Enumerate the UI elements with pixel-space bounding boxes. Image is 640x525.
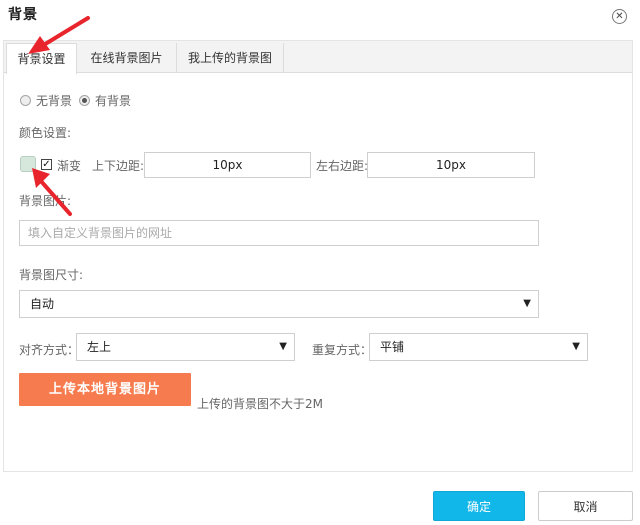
chevron-down-icon: ▼: [572, 341, 580, 352]
align-value: 左上: [87, 340, 112, 354]
background-image-label: 背景图片:: [19, 194, 72, 208]
no-background-label: 无背景: [36, 94, 73, 108]
tab-my-uploads[interactable]: 我上传的背景图: [177, 43, 284, 73]
horizontal-padding-input[interactable]: [367, 152, 535, 178]
image-size-value: 自动: [30, 297, 55, 311]
repeat-label: 重复方式：: [312, 343, 373, 357]
align-label: 对齐方式：: [19, 343, 80, 357]
tab-background-settings[interactable]: 背景设置: [6, 43, 77, 74]
color-swatch[interactable]: [20, 156, 36, 172]
dialog-title: 背景: [8, 7, 38, 23]
gradient-checkbox[interactable]: ✓: [41, 159, 52, 170]
image-size-label: 背景图尺寸:: [19, 268, 84, 282]
chevron-down-icon: ▼: [523, 298, 531, 309]
horizontal-padding-label: 左右边距:: [316, 159, 369, 173]
tab-online-images[interactable]: 在线背景图片: [77, 43, 177, 73]
repeat-select[interactable]: 平铺 ▼: [369, 333, 588, 361]
image-url-input[interactable]: [19, 220, 539, 246]
ok-button[interactable]: 确定: [433, 491, 525, 521]
has-background-radio[interactable]: [79, 95, 90, 106]
has-background-label: 有背景: [95, 94, 132, 108]
repeat-value: 平铺: [380, 340, 405, 354]
align-select[interactable]: 左上 ▼: [76, 333, 295, 361]
vertical-padding-label: 上下边距:: [92, 159, 145, 173]
upload-size-hint: 上传的背景图不大于2M: [197, 397, 323, 411]
upload-local-image-button[interactable]: 上传本地背景图片: [19, 373, 191, 406]
color-settings-label: 颜色设置:: [19, 126, 72, 140]
close-icon[interactable]: ✕: [612, 9, 627, 24]
no-background-radio[interactable]: [20, 95, 31, 106]
tab-bar: 背景设置 在线背景图片 我上传的背景图: [4, 41, 632, 74]
gradient-label: 渐变: [57, 159, 82, 173]
chevron-down-icon: ▼: [279, 341, 287, 352]
vertical-padding-input[interactable]: [144, 152, 311, 178]
cancel-button[interactable]: 取消: [538, 491, 633, 521]
image-size-select[interactable]: 自动 ▼: [19, 290, 539, 318]
